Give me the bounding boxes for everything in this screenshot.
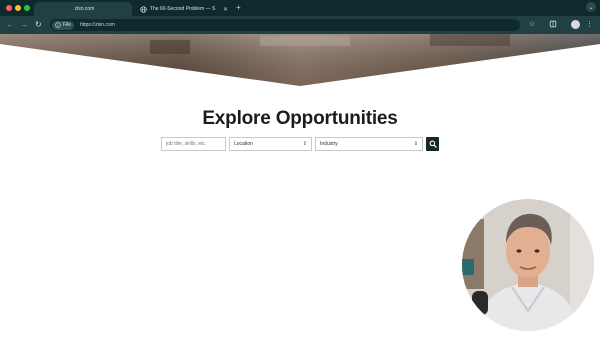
hero-image (0, 34, 600, 86)
forward-arrow-icon[interactable]: → (20, 20, 28, 30)
url-text: https://zlsn.com (80, 22, 115, 28)
star-icon[interactable]: ☆ (529, 20, 535, 30)
updown-arrow-icon: ⇕ (302, 141, 307, 147)
address-bar[interactable]: File https://zlsn.com (50, 19, 520, 31)
tab-search-button[interactable]: ⌄ (586, 2, 596, 12)
tab-zlsn[interactable]: zlsn.com (34, 2, 132, 16)
presenter-image (462, 199, 594, 331)
kebab-menu-icon[interactable]: ⋮ (586, 20, 593, 30)
site-info-chip[interactable]: File (52, 20, 75, 30)
site-info-label: File (63, 22, 72, 28)
industry-select[interactable]: Industry ⇕ (315, 137, 423, 151)
tab-60-second-problem[interactable]: The 60-Second Problem — S ✕ (136, 2, 232, 16)
reload-icon[interactable]: ↻ (35, 20, 42, 30)
search-button[interactable] (426, 137, 439, 151)
browser-toolbar: ← → ↻ File https://zlsn.com ☆ ⋮ (0, 16, 600, 34)
zoom-window-button[interactable] (24, 5, 30, 11)
hero-banner (0, 34, 600, 86)
tab-title: zlsn.com (74, 6, 95, 12)
location-select-label: Location (234, 141, 253, 147)
minimize-window-button[interactable] (15, 5, 21, 11)
new-tab-button[interactable]: + (236, 3, 241, 13)
profile-avatar[interactable] (571, 20, 580, 29)
industry-select-label: Industry (320, 141, 338, 147)
search-icon (429, 140, 437, 148)
close-window-button[interactable] (6, 5, 12, 11)
keyword-search-input[interactable] (161, 137, 226, 151)
back-arrow-icon[interactable]: ← (6, 20, 14, 30)
chevron-down-icon: ⌄ (588, 4, 594, 11)
info-icon (55, 22, 61, 28)
close-tab-icon[interactable]: ✕ (223, 6, 228, 13)
tab-strip: zlsn.com The 60-Second Problem — S ✕ + ⌄ (0, 0, 600, 16)
updown-arrow-icon: ⇕ (413, 141, 418, 147)
page-title: Explore Opportunities (202, 108, 398, 129)
puzzle-icon[interactable] (549, 20, 557, 32)
globe-icon (140, 5, 147, 13)
location-select[interactable]: Location ⇕ (229, 137, 312, 151)
presenter-webcam (462, 199, 594, 331)
tab-title: The 60-Second Problem — S (150, 6, 216, 12)
